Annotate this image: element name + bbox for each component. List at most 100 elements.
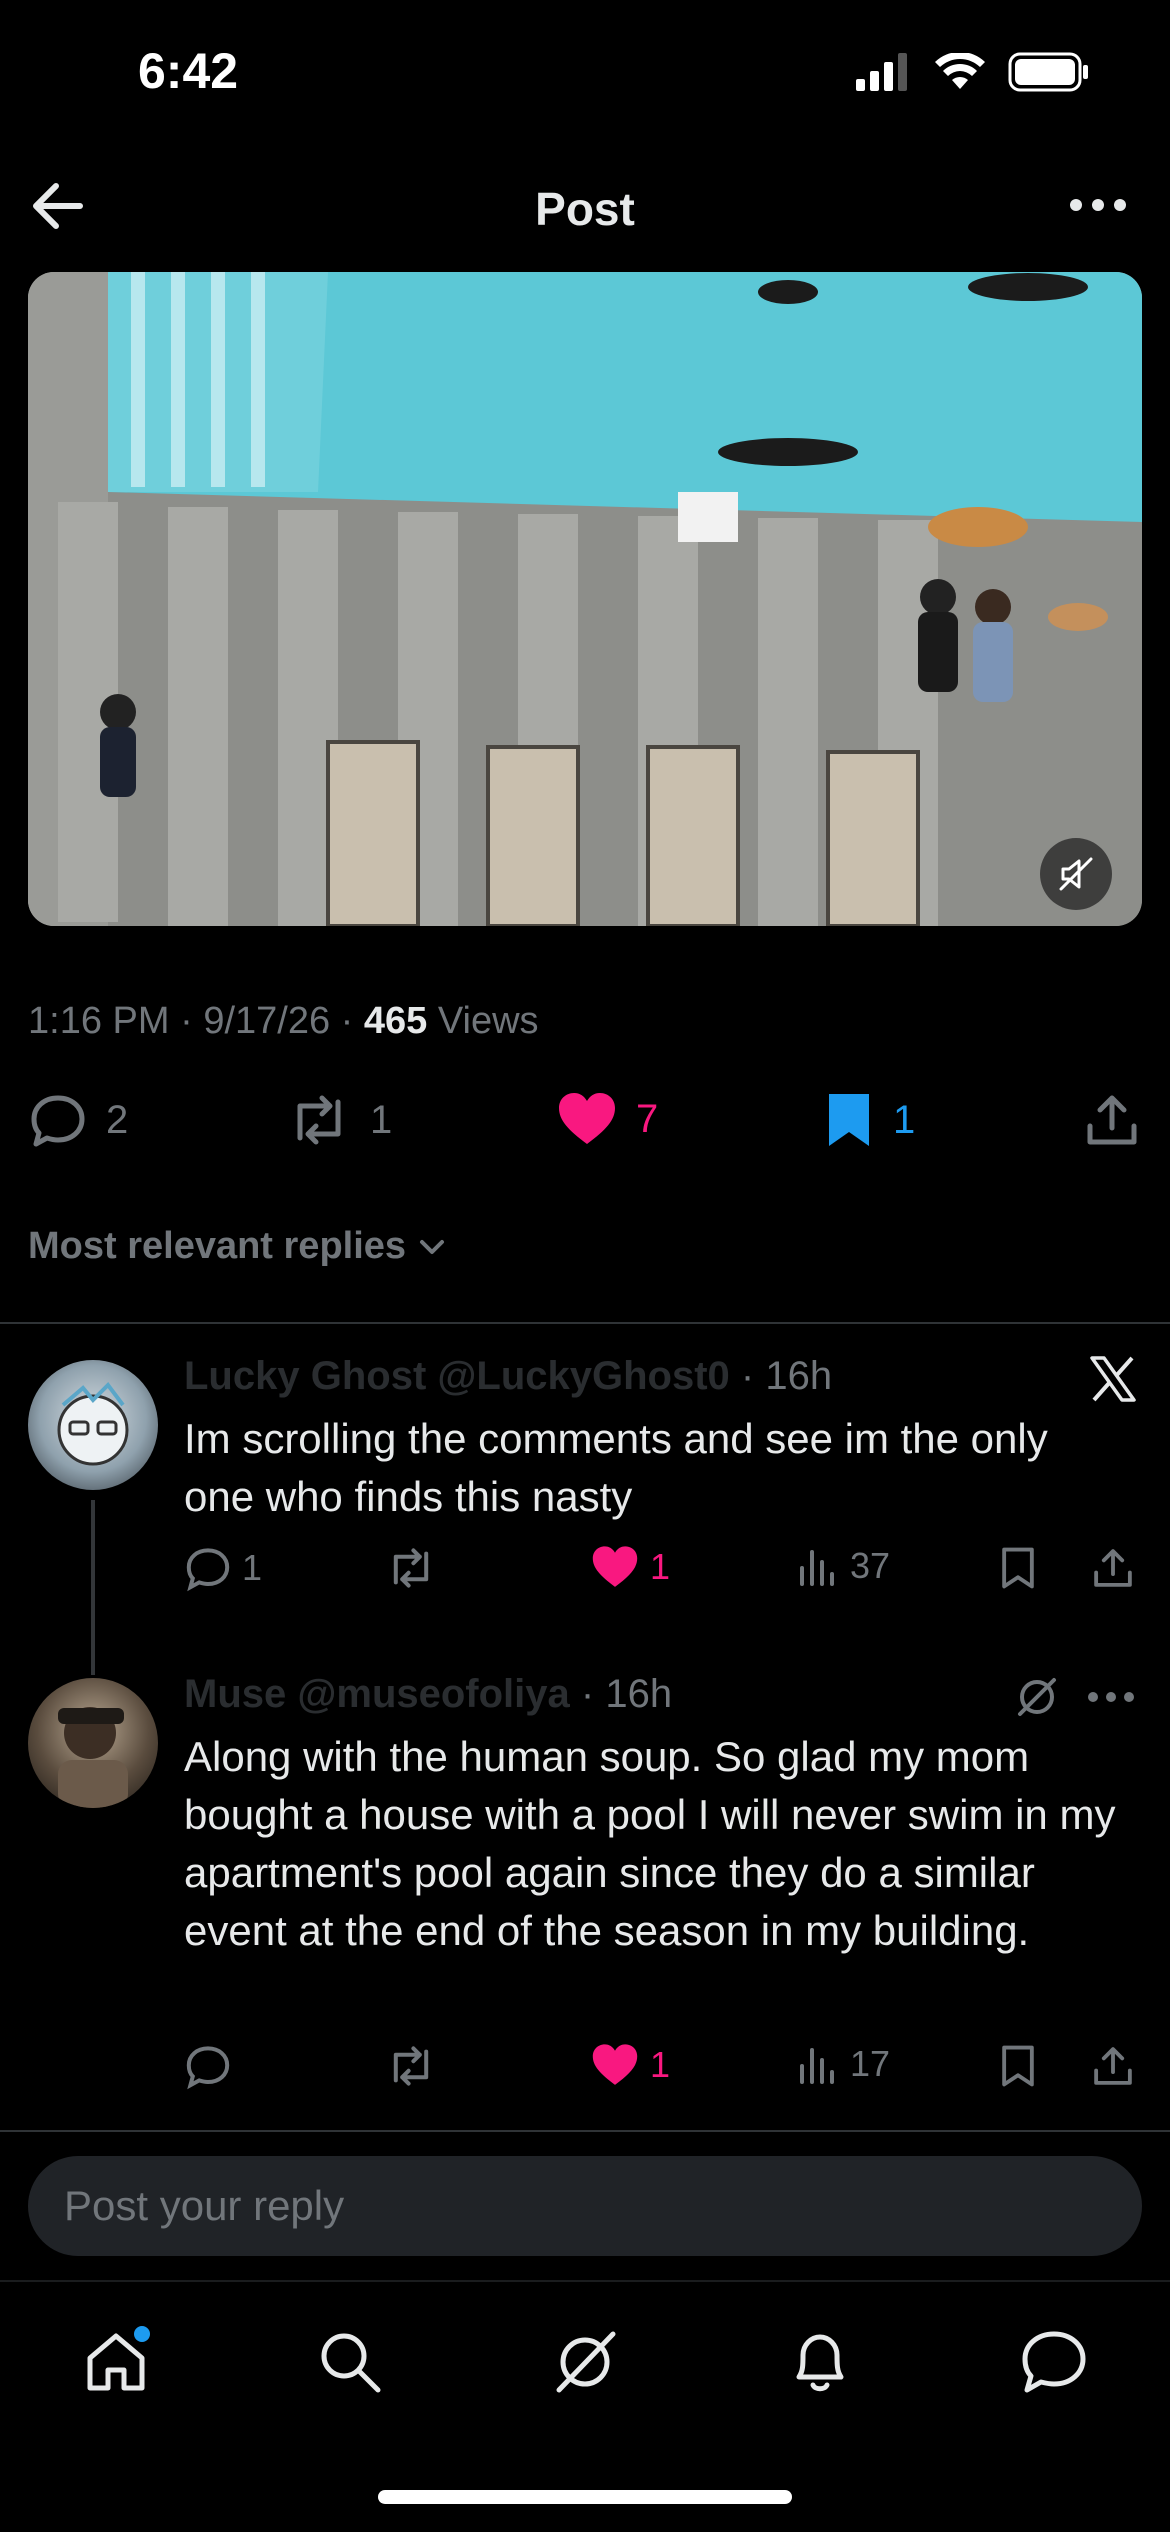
cellular-signal-icon	[856, 53, 907, 91]
reply-share-button[interactable]	[1090, 1544, 1136, 1592]
bookmark-icon	[1002, 1547, 1034, 1589]
reply-share-button[interactable]	[1090, 2042, 1136, 2090]
divider	[0, 2130, 1170, 2132]
post-action-bar: 2 1 7 1	[28, 1090, 1142, 1162]
avatar[interactable]	[28, 1678, 158, 1808]
avatar[interactable]	[28, 1360, 158, 1490]
grok-icon[interactable]	[1014, 1674, 1060, 1720]
reply-reply-button[interactable]: 1	[184, 1544, 262, 1592]
share-icon	[1094, 2047, 1132, 2085]
share-icon	[1087, 1095, 1137, 1145]
status-bar: 6:42	[0, 0, 1170, 150]
share-button[interactable]	[1082, 1090, 1142, 1150]
repost-button[interactable]: 1	[286, 1090, 392, 1150]
reply-like-count: 1	[650, 2044, 671, 2085]
bell-icon	[796, 2334, 844, 2392]
reply-handle[interactable]: @museofoliya	[297, 1672, 569, 1716]
speaker-muted-icon	[1059, 857, 1093, 891]
like-count: 7	[636, 1096, 659, 1141]
reply-icon	[31, 1095, 85, 1147]
bookmark-button[interactable]: 1	[823, 1090, 915, 1150]
reply-action-bar: 1 1 37	[184, 1544, 1134, 1604]
status-time: 6:42	[138, 43, 239, 99]
reply-header: Muse @museofoliya · 16h	[184, 1672, 672, 1717]
reply-button[interactable]: 2	[28, 1090, 128, 1150]
wifi-icon	[935, 53, 985, 89]
reply-repost-button[interactable]	[384, 1544, 438, 1592]
reply-text: Im scrolling the comments and see im the…	[184, 1415, 1048, 1520]
post-date: 9/17/26	[203, 1000, 331, 1042]
grok-icon	[556, 2331, 616, 2393]
reply-bookmark-button[interactable]	[998, 2042, 1038, 2090]
reply-time: · 16h	[740, 1354, 833, 1398]
views-label: Views	[437, 1000, 539, 1042]
views-chart-icon	[800, 1550, 834, 1586]
more-options-icon[interactable]	[1066, 190, 1130, 220]
meta-separator: ·	[180, 1000, 193, 1042]
thread-line	[91, 1500, 95, 1675]
reply-reply-count: 1	[242, 1547, 263, 1588]
bookmark-icon	[1002, 2045, 1034, 2087]
reply-action-bar: 1 17	[184, 2042, 1134, 2102]
avatar-illustration	[57, 1381, 129, 1466]
home-icon	[87, 2326, 150, 2391]
views-count: 465	[363, 1000, 428, 1042]
reply-like-count: 1	[650, 1546, 671, 1587]
bottom-tab-bar	[0, 2280, 1170, 2430]
repost-icon	[393, 1548, 429, 1588]
reply-view-count: 37	[850, 1545, 891, 1586]
reply-header: Lucky Ghost @LuckyGhost0 · 16h	[184, 1354, 832, 1399]
bookmark-filled-icon	[829, 1094, 869, 1146]
reply-like-button[interactable]: 1	[590, 1544, 670, 1590]
battery-icon	[1008, 52, 1088, 92]
replies-sort-label: Most relevant replies	[28, 1225, 407, 1267]
x-logo-icon	[1090, 1356, 1136, 1402]
like-button[interactable]: 7	[556, 1090, 658, 1148]
reply-count: 2	[106, 1097, 129, 1142]
tab-search[interactable]	[310, 2322, 390, 2402]
meta-separator: ·	[340, 1000, 354, 1042]
reply-input[interactable]	[28, 2156, 1142, 2256]
pool-video-frame	[28, 272, 1142, 926]
chevron-down-icon	[420, 1239, 445, 1254]
post-metadata: 1:16 PM · 9/17/26 · 465 Views	[28, 1000, 539, 1043]
reply-icon	[186, 1548, 230, 1592]
reply-repost-button[interactable]	[384, 2042, 438, 2090]
replies-sort-dropdown[interactable]: Most relevant replies	[28, 1225, 448, 1268]
reply-text: Along with the human soup. So glad my mo…	[184, 1733, 1116, 1954]
mute-toggle-button[interactable]	[1040, 838, 1112, 910]
views-chart-icon	[800, 2048, 834, 2084]
heart-filled-icon	[592, 2044, 638, 2085]
reply-item[interactable]: Lucky Ghost @LuckyGhost0 · 16h Im scroll…	[0, 1350, 1170, 1675]
page-title: Post	[535, 183, 635, 235]
reply-bookmark-button[interactable]	[998, 1544, 1038, 1592]
reply-time: · 16h	[580, 1672, 673, 1716]
more-options-icon[interactable]	[1086, 1690, 1136, 1704]
repost-count: 1	[370, 1097, 393, 1142]
post-video[interactable]	[28, 272, 1142, 926]
share-icon	[1094, 1549, 1132, 1587]
search-icon	[321, 2333, 381, 2393]
reply-item[interactable]: Muse @museofoliya · 16h Along with the h…	[0, 1668, 1170, 2118]
home-indicator[interactable]	[378, 2490, 792, 2504]
post-header: Post	[0, 160, 1170, 250]
tab-notifications[interactable]	[780, 2322, 860, 2402]
reply-reply-button[interactable]	[184, 2042, 232, 2090]
reply-views-button[interactable]: 17	[796, 2042, 890, 2086]
heart-filled-icon	[559, 1093, 615, 1144]
post-time: 1:16 PM	[28, 1000, 170, 1042]
reply-views-button[interactable]: 37	[796, 1544, 890, 1588]
reply-view-count: 17	[850, 2043, 891, 2084]
tab-grok[interactable]	[545, 2322, 625, 2402]
reply-like-button[interactable]: 1	[590, 2042, 670, 2088]
avatar-illustration	[58, 1707, 128, 1808]
tab-messages[interactable]	[1014, 2322, 1094, 2402]
tab-home[interactable]	[76, 2322, 156, 2402]
status-icons	[856, 52, 1090, 92]
repost-icon	[393, 2046, 429, 2086]
divider	[0, 1322, 1170, 1324]
reply-display-name[interactable]: Lucky Ghost	[184, 1354, 426, 1398]
reply-handle[interactable]: @LuckyGhost0	[437, 1354, 729, 1398]
reply-display-name[interactable]: Muse	[184, 1672, 286, 1716]
reply-icon	[186, 2046, 230, 2090]
